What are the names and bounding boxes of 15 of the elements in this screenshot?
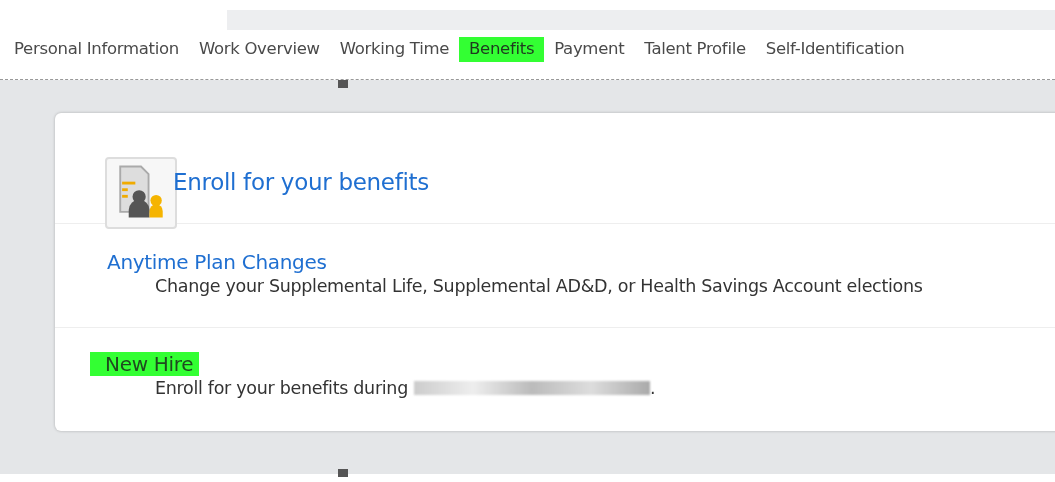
splitter-handle[interactable] bbox=[338, 80, 348, 88]
card-title[interactable]: Enroll for your benefits bbox=[173, 169, 429, 195]
section-link[interactable]: New Hire bbox=[90, 352, 200, 376]
period-text: . bbox=[649, 378, 656, 398]
section-link[interactable]: Anytime Plan Changes bbox=[105, 250, 329, 274]
tab[interactable]: Work Overview bbox=[188, 37, 330, 62]
tab[interactable]: Talent Profile bbox=[634, 37, 756, 62]
section-description: Enroll for your benefits during bbox=[155, 378, 408, 398]
section-description: Change your Supplemental Life, Supplemental AD&D, or Health Savings Account elections bbox=[155, 276, 923, 296]
tab[interactable]: Working Time bbox=[329, 37, 460, 62]
tab[interactable]: Personal Information bbox=[4, 37, 189, 62]
tab[interactable]: Self-Identification bbox=[755, 37, 915, 62]
splitter-handle[interactable] bbox=[338, 469, 348, 477]
tab[interactable]: Benefits bbox=[459, 37, 545, 62]
tab[interactable]: Payment bbox=[544, 37, 635, 62]
